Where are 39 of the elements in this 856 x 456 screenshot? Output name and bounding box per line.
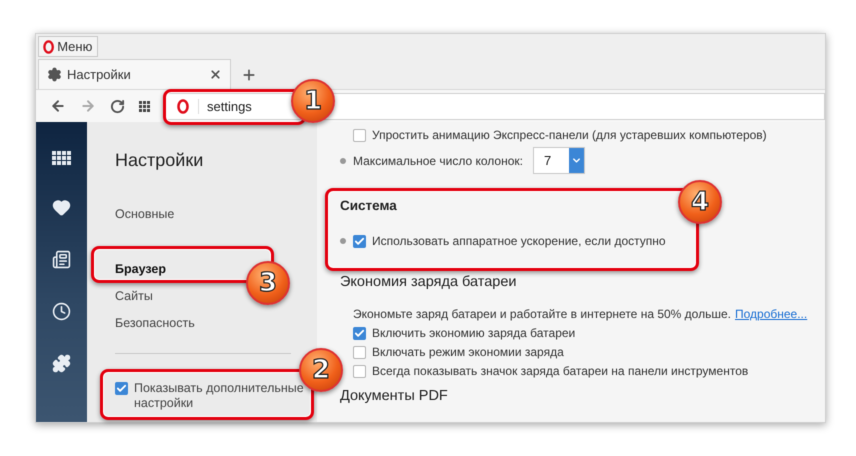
section-heading: Документы PDF <box>340 388 448 404</box>
section-heading: Система <box>340 198 397 213</box>
checkbox[interactable] <box>115 382 128 395</box>
checkbox[interactable] <box>353 128 366 142</box>
clock-icon[interactable] <box>52 302 71 321</box>
checkbox[interactable] <box>353 364 366 378</box>
checkbox[interactable] <box>353 234 366 248</box>
browser-tab[interactable]: Настройки <box>38 59 231 89</box>
option-label: Использовать аппаратное ускорение, если доступно <box>372 234 666 248</box>
opera-logo-icon <box>43 40 54 54</box>
nav-item[interactable]: Браузер <box>115 262 166 289</box>
tab-title: Настройки <box>67 67 132 82</box>
checkbox[interactable] <box>353 346 366 358</box>
reload-icon[interactable] <box>110 98 125 114</box>
more-link[interactable]: Подробнее... <box>734 306 808 320</box>
nav-item[interactable]: Безопасность <box>115 316 195 343</box>
close-icon[interactable] <box>209 68 222 81</box>
columns-dropdown[interactable]: 7 <box>532 147 585 174</box>
checkbox[interactable] <box>353 326 366 340</box>
opera-logo-icon <box>177 98 189 114</box>
menu-button[interactable]: Меню <box>38 36 98 57</box>
heart-icon[interactable] <box>52 198 71 217</box>
option-label: Упростить анимацию Экспресс-панели (для устаревших компьютеров) <box>372 128 767 142</box>
settings-icon <box>47 67 62 82</box>
battery-description: Экономьте заряд батареи и работайте в интернете на 50% дольше. Подробнее... <box>353 306 808 320</box>
section-heading: Экономия заряда батареи <box>340 274 517 290</box>
puzzle-icon[interactable] <box>52 354 71 373</box>
settings-title: Настройки <box>115 150 204 171</box>
grid-icon[interactable] <box>139 100 150 112</box>
address-text: settings <box>198 98 252 114</box>
nav-item[interactable]: Основные <box>115 207 174 234</box>
option-label: Всегда показывать значок заряда батареи на панели инструментов <box>372 364 748 378</box>
nav-item[interactable]: Сайты <box>115 289 153 316</box>
option-label: Включать режим экономии заряда <box>372 344 564 358</box>
option-label: Максимальное число колонок: <box>353 154 523 168</box>
option-label: Включить экономию заряда батареи <box>372 326 576 340</box>
speed-dial-icon[interactable] <box>52 151 71 165</box>
plus-icon[interactable] <box>241 67 257 83</box>
newspaper-icon[interactable] <box>52 250 71 269</box>
